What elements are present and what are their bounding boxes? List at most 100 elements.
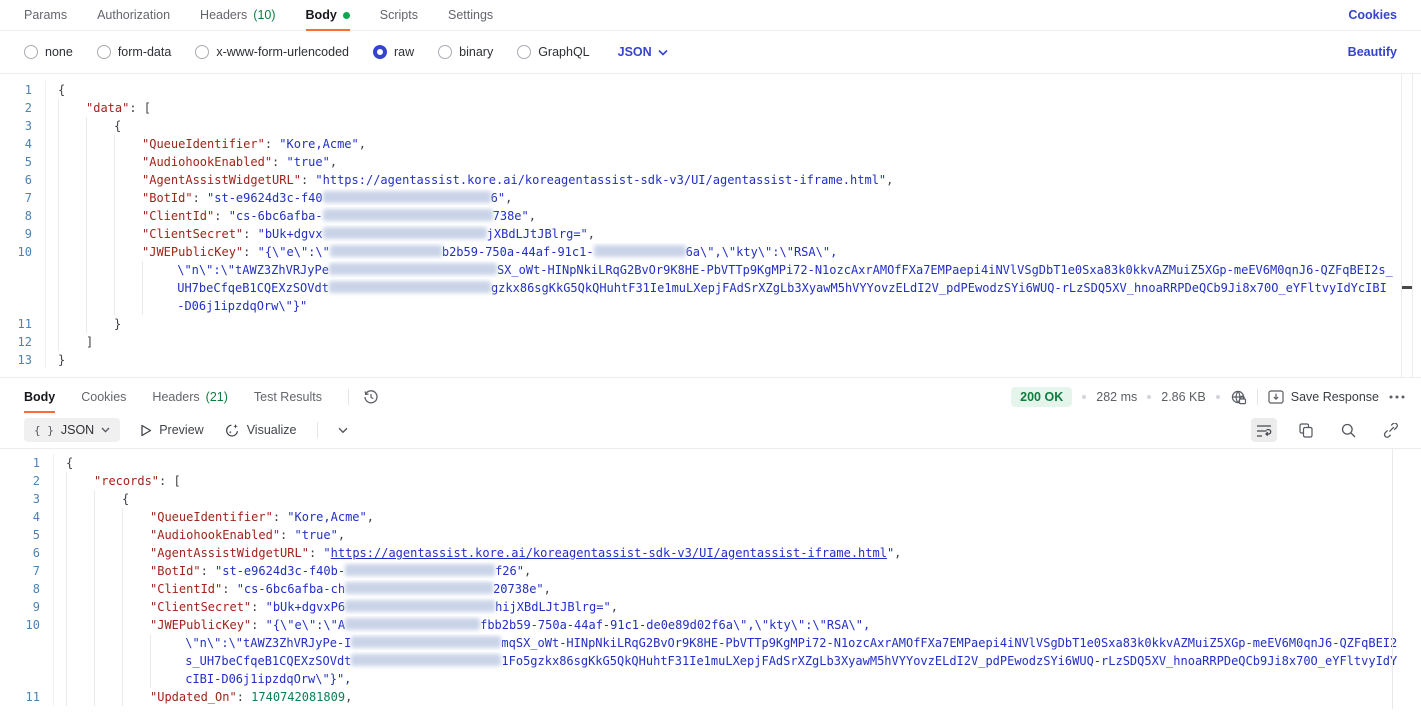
more-options-icon[interactable]: [1389, 395, 1405, 399]
code-line-content: }: [46, 351, 1421, 369]
body-mode-radio-none[interactable]: none: [24, 45, 73, 59]
code-token: ,: [524, 564, 531, 578]
code-token: : [: [159, 474, 181, 488]
code-token: {: [122, 492, 129, 506]
code-token: https://agentassist.kore.ai/koreagentass…: [331, 546, 887, 560]
code-line: 5"AudiohookEnabled": "true",: [0, 153, 1421, 171]
tab-label: Settings: [448, 8, 493, 22]
response-history-icon[interactable]: [363, 389, 379, 405]
code-token: 1Fo5gzkx86sgKkG5QkQHuhtF31Ie1muLXepjFAdS…: [501, 654, 1397, 668]
line-number: 7: [0, 189, 46, 207]
response-format-select[interactable]: { } JSON: [24, 418, 120, 442]
radio-label: GraphQL: [538, 45, 589, 59]
cookies-link[interactable]: Cookies: [1348, 8, 1397, 22]
wrap-text-button[interactable]: [1251, 418, 1277, 442]
code-line: 10"JWEPublicKey": "{\"e\":\"Afbb2b59-750…: [0, 616, 1421, 634]
status-badge[interactable]: 200 OK: [1011, 387, 1072, 407]
preview-button[interactable]: Preview: [140, 423, 203, 437]
body-mode-radio-x-www-form-urlencoded[interactable]: x-www-form-urlencoded: [195, 45, 349, 59]
request-editor-scroll-marker: [1402, 286, 1412, 289]
code-token: }: [114, 317, 121, 331]
indent-guide: [114, 207, 142, 225]
radio-icon: [373, 45, 387, 59]
request-tab-scripts[interactable]: Scripts: [380, 0, 418, 30]
line-number: 8: [0, 207, 46, 225]
body-mode-radio-form-data[interactable]: form-data: [97, 45, 172, 59]
indent-guide: [58, 99, 86, 117]
copy-response-button[interactable]: [1293, 418, 1319, 442]
search-response-button[interactable]: [1335, 418, 1361, 442]
request-tab-settings[interactable]: Settings: [448, 0, 493, 30]
line-number: [0, 261, 46, 279]
request-tab-authorization[interactable]: Authorization: [97, 0, 170, 30]
indent-guide: [122, 634, 150, 652]
response-tab-cookies[interactable]: Cookies: [81, 382, 126, 412]
indent-guide: [122, 508, 150, 526]
code-token: ,: [611, 600, 618, 614]
request-tab-params[interactable]: Params: [24, 0, 67, 30]
radio-icon: [24, 45, 38, 59]
chevron-down-icon: [101, 427, 110, 433]
code-line: 6"AgentAssistWidgetURL": "https://agenta…: [0, 171, 1421, 189]
code-token: "ClientId": [142, 209, 214, 223]
code-line-content: \"n\":\"tAWZ3ZhVRJyPe-ImqSX_oWt-HINpNkiL…: [54, 634, 1421, 652]
request-body-editor[interactable]: 1{2"data": [3{4"QueueIdentifier": "Kore,…: [0, 73, 1421, 378]
indent-guide: [58, 243, 86, 261]
line-number: 10: [0, 243, 46, 261]
body-mode-radio-raw[interactable]: raw: [373, 45, 414, 59]
tab-label: Body: [306, 8, 337, 22]
indent-guide: [94, 580, 122, 598]
request-editor-scrollbar[interactable]: [1401, 74, 1413, 377]
visualize-button[interactable]: Visualize: [224, 423, 297, 438]
body-mode-radio-graphql[interactable]: GraphQL: [517, 45, 589, 59]
code-token: "Updated_On": [150, 690, 237, 704]
response-body-editor[interactable]: 1{2"records": [3{4"QueueIdentifier": "Ko…: [0, 448, 1421, 709]
code-line: 9"ClientSecret": "bUk+dgvxP6hijXBdLJtJBl…: [0, 598, 1421, 616]
radio-icon: [517, 45, 531, 59]
play-icon: [140, 424, 152, 437]
code-token: mqSX_oWt-HINpNkiLRqG2BvOr9K8HE-PbVTTp9Kg…: [501, 636, 1397, 650]
code-token: }: [58, 353, 65, 367]
body-mode-radio-binary[interactable]: binary: [438, 45, 493, 59]
language-select[interactable]: JSON: [618, 45, 668, 59]
code-token: jXBdLJtJBlrg=": [487, 227, 588, 241]
radio-label: none: [45, 45, 73, 59]
indent-guide: [58, 171, 86, 189]
link-button[interactable]: [1377, 418, 1403, 442]
code-token: ,: [367, 510, 374, 524]
code-token: :: [309, 546, 323, 560]
code-token: :: [251, 618, 265, 632]
code-line: 3{: [0, 490, 1421, 508]
code-token: cIBI-D06j1ipzdqOrw\"}",: [178, 672, 351, 686]
response-tab-headers[interactable]: Headers (21): [152, 382, 227, 412]
network-security-icon[interactable]: [1230, 389, 1247, 406]
view-options-chevron-icon[interactable]: [338, 427, 348, 434]
indent-guide: [94, 526, 122, 544]
indent-guide: [122, 598, 150, 616]
code-token: ,: [359, 137, 366, 151]
beautify-link[interactable]: Beautify: [1348, 45, 1397, 59]
response-time[interactable]: 282 ms: [1096, 390, 1137, 404]
redacted-value: [345, 582, 493, 594]
indent-guide: [150, 670, 178, 688]
indent-guide: [66, 580, 94, 598]
dot-separator: [1216, 395, 1220, 399]
line-number: [0, 670, 54, 688]
code-token: "https://agentassist.kore.ai/koreagentas…: [315, 173, 886, 187]
response-tab-body[interactable]: Body: [24, 382, 55, 412]
code-token: ,: [588, 227, 595, 241]
indent-guide: [58, 261, 86, 279]
request-tab-headers[interactable]: Headers (10): [200, 0, 275, 30]
indent-guide: [86, 297, 114, 315]
indent-guide: [122, 670, 150, 688]
response-size[interactable]: 2.86 KB: [1161, 390, 1205, 404]
code-token: "ClientId": [150, 582, 222, 596]
indent-guide: [114, 279, 142, 297]
code-line: 8"ClientId": "cs-6bc6afba-738e",: [0, 207, 1421, 225]
indent-guide: [94, 616, 122, 634]
save-response-button[interactable]: Save Response: [1268, 390, 1379, 404]
request-tab-body[interactable]: Body: [306, 0, 350, 30]
code-line: 7"BotId": "st-e9624d3c-f40b-f26",: [0, 562, 1421, 580]
response-tab-test-results[interactable]: Test Results: [254, 382, 322, 412]
code-line-content: "ClientId": "cs-6bc6afba-738e",: [46, 207, 1421, 225]
